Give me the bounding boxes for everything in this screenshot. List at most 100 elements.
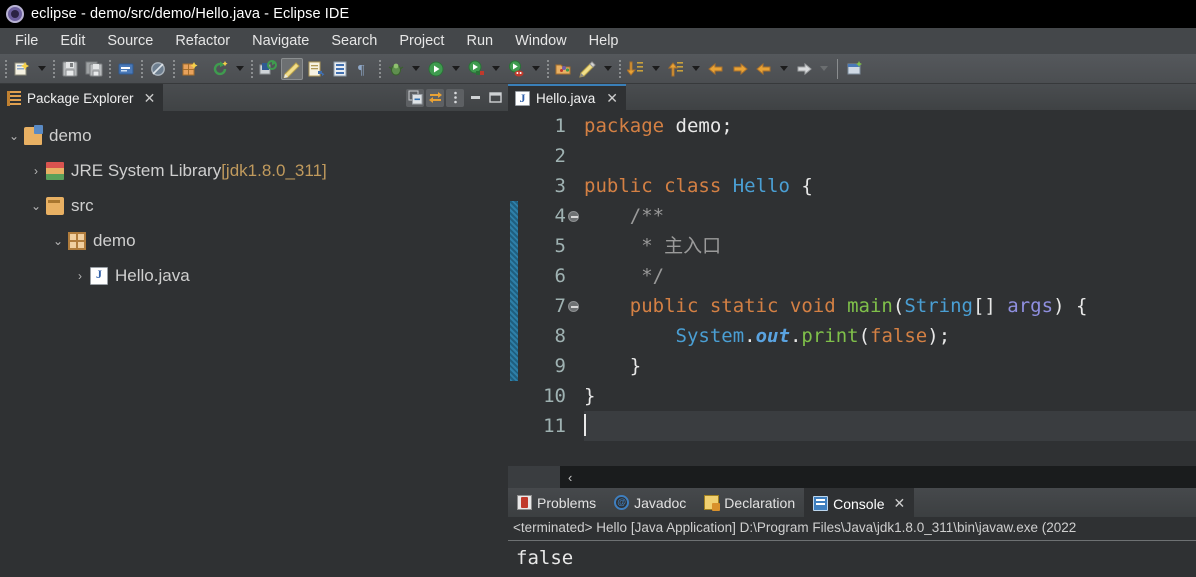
new-java-package-icon[interactable] xyxy=(179,58,201,80)
package-explorer-icon xyxy=(7,91,21,106)
package-explorer-view-actions xyxy=(406,84,508,111)
chevron-right-icon[interactable]: › xyxy=(28,165,44,177)
java-editor[interactable]: 1 2 3 4 5 6 7 8 9 10 11 package demo; pu… xyxy=(508,111,1196,466)
maximize-icon[interactable] xyxy=(486,89,504,107)
menu-run[interactable]: Run xyxy=(455,31,504,51)
save-icon[interactable] xyxy=(59,58,81,80)
step-into-dropdown-icon[interactable] xyxy=(652,66,660,71)
forward-icon[interactable] xyxy=(729,58,751,80)
line-number: 10 xyxy=(543,385,566,407)
tree-item-jre-system-library[interactable]: › JRE System Library [jdk1.8.0_311] xyxy=(0,153,508,188)
pencil-edit-icon[interactable] xyxy=(577,58,599,80)
run-external-tools-icon[interactable] xyxy=(505,58,527,80)
code-line-10: } xyxy=(584,385,596,407)
toolbar-separator xyxy=(251,59,253,78)
package-explorer-tabrow: Package Explorer ✕ xyxy=(0,84,508,111)
show-whitespace-icon[interactable]: ¶ xyxy=(353,58,375,80)
step-out-dropdown-icon[interactable] xyxy=(692,66,700,71)
debug-icon[interactable] xyxy=(385,58,407,80)
code-lines[interactable]: package demo; public class Hello { /** *… xyxy=(570,111,1196,441)
close-icon[interactable]: ✕ xyxy=(894,495,906,512)
workbench-body: Package Explorer ✕ ⌄ demo › JRE System L… xyxy=(0,84,1196,577)
menu-navigate[interactable]: Navigate xyxy=(241,31,320,51)
next-annotation-icon[interactable] xyxy=(305,58,327,80)
save-all-icon[interactable] xyxy=(83,58,105,80)
code-line-4: /** xyxy=(584,205,665,227)
new-java-class-icon[interactable] xyxy=(115,58,137,80)
close-icon[interactable]: ✕ xyxy=(606,90,618,107)
tab-declaration[interactable]: Declaration xyxy=(695,488,804,517)
tree-item-label: demo xyxy=(93,230,136,250)
refresh-dropdown-icon[interactable] xyxy=(236,66,244,71)
editor-hscrollbar-area: ‹ xyxy=(508,466,1196,488)
debug-dropdown-icon[interactable] xyxy=(412,66,420,71)
scroll-left-arrow-icon[interactable]: ‹ xyxy=(568,471,572,484)
menu-edit[interactable]: Edit xyxy=(49,31,96,51)
console-icon xyxy=(813,496,829,511)
editor-horizontal-scrollbar[interactable]: ‹ xyxy=(560,466,1196,488)
menu-window[interactable]: Window xyxy=(504,31,578,51)
refresh-icon[interactable] xyxy=(209,58,231,80)
coverage-icon[interactable] xyxy=(465,58,487,80)
tab-console[interactable]: Console ✕ xyxy=(804,488,915,517)
line-number: 6 xyxy=(554,265,566,287)
open-task-icon[interactable] xyxy=(329,58,351,80)
close-icon[interactable]: ✕ xyxy=(144,90,156,107)
menu-project[interactable]: Project xyxy=(388,31,455,51)
console-output[interactable]: false xyxy=(508,541,1196,577)
chevron-down-icon[interactable]: ⌄ xyxy=(28,200,44,212)
tab-problems[interactable]: Problems xyxy=(508,488,605,517)
line-number: 9 xyxy=(554,355,566,377)
back-icon[interactable] xyxy=(705,58,727,80)
menu-refactor[interactable]: Refactor xyxy=(164,31,241,51)
new-wizard-dropdown-icon[interactable] xyxy=(38,66,46,71)
pencil-dropdown-icon[interactable] xyxy=(604,66,612,71)
previous-dropdown-icon[interactable] xyxy=(780,66,788,71)
run-dropdown-icon[interactable] xyxy=(452,66,460,71)
folding-region-bar[interactable] xyxy=(510,201,518,381)
open-type-icon[interactable] xyxy=(257,58,279,80)
link-with-editor-icon[interactable] xyxy=(426,88,444,107)
tree-item-demo-package[interactable]: ⌄ demo xyxy=(0,223,508,258)
previous-edit-icon[interactable] xyxy=(753,58,775,80)
toolbar-separator xyxy=(379,59,381,78)
problems-icon xyxy=(517,495,532,510)
next-edit-icon[interactable] xyxy=(793,58,815,80)
chevron-right-icon[interactable]: › xyxy=(72,270,88,282)
next-dropdown-icon[interactable] xyxy=(820,66,828,71)
eclipse-logo-icon xyxy=(6,5,24,23)
tree-item-src[interactable]: ⌄ src xyxy=(0,188,508,223)
menu-source[interactable]: Source xyxy=(96,31,164,51)
step-into-icon[interactable] xyxy=(625,58,647,80)
external-tools-dropdown-icon[interactable] xyxy=(532,66,540,71)
line-number-gutter: 1 2 3 4 5 6 7 8 9 10 11 xyxy=(518,111,579,441)
tree-item-hello-java[interactable]: › Hello.java xyxy=(0,258,508,293)
chevron-down-icon[interactable]: ⌄ xyxy=(50,235,66,247)
menu-search[interactable]: Search xyxy=(320,31,388,51)
line-number: 3 xyxy=(554,175,566,197)
new-window-icon[interactable] xyxy=(844,58,866,80)
toggle-mark-occurrences-icon[interactable] xyxy=(281,57,303,80)
jre-library-icon xyxy=(46,161,64,180)
menu-help[interactable]: Help xyxy=(578,31,630,51)
coverage-dropdown-icon[interactable] xyxy=(492,66,500,71)
tree-item-demo-project[interactable]: ⌄ demo xyxy=(0,118,508,153)
javadoc-icon: @ xyxy=(614,495,630,510)
collapse-all-icon[interactable] xyxy=(406,88,424,107)
run-icon[interactable] xyxy=(425,58,447,80)
step-out-icon[interactable] xyxy=(665,58,687,80)
tab-javadoc[interactable]: @ Javadoc xyxy=(605,488,695,517)
menu-file[interactable]: File xyxy=(4,31,49,51)
minimize-icon[interactable] xyxy=(466,89,484,107)
tab-hello-java[interactable]: Hello.java ✕ xyxy=(508,84,627,110)
window-titlebar: eclipse - demo/src/demo/Hello.java - Ecl… xyxy=(0,0,1196,28)
window-title: eclipse - demo/src/demo/Hello.java - Ecl… xyxy=(31,6,350,22)
code-line-8: System.out.print(false); xyxy=(584,325,951,347)
new-wizard-icon[interactable] xyxy=(11,58,33,80)
skip-all-breakpoints-icon[interactable] xyxy=(147,58,169,80)
open-perspective-icon[interactable] xyxy=(553,58,575,80)
tab-package-explorer-label: Package Explorer xyxy=(27,91,134,106)
view-menu-icon[interactable] xyxy=(446,88,464,107)
tab-package-explorer[interactable]: Package Explorer ✕ xyxy=(0,84,164,111)
chevron-down-icon[interactable]: ⌄ xyxy=(6,130,22,142)
